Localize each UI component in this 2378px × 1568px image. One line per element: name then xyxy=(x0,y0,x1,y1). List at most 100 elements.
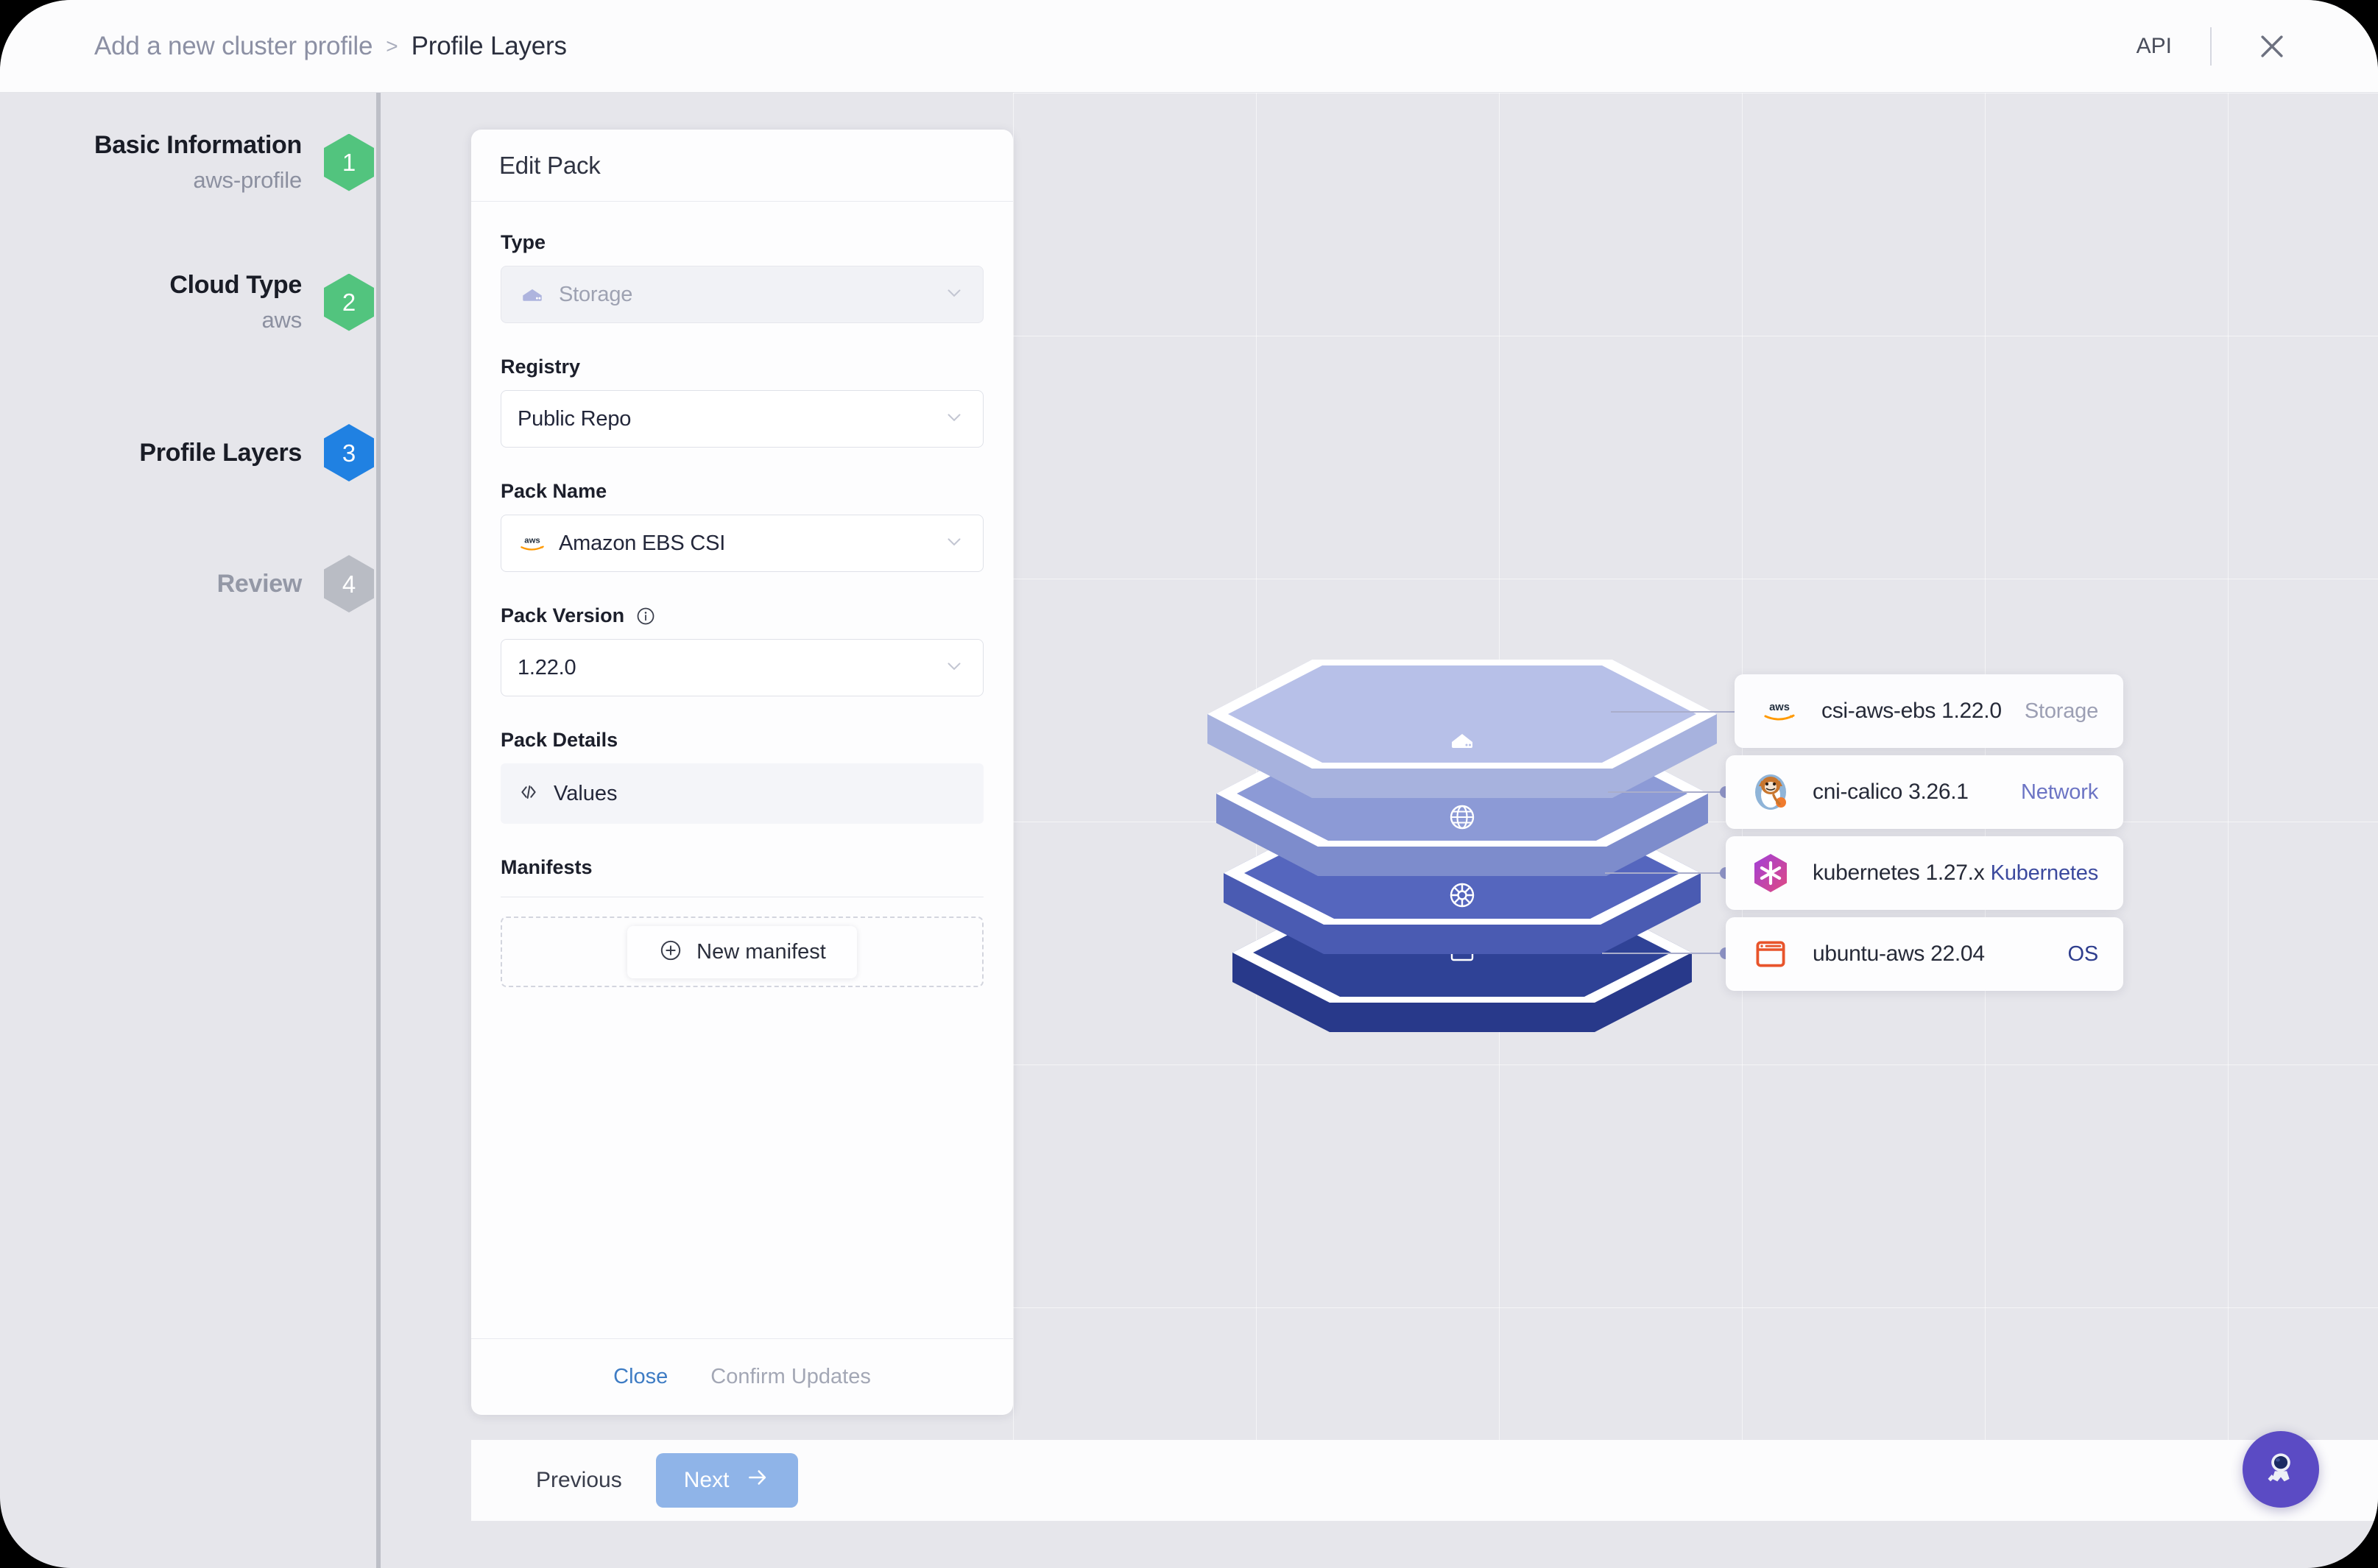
registry-label: Registry xyxy=(501,356,581,378)
layer-card-storage-type: Storage xyxy=(2024,699,2098,723)
svg-text:aws: aws xyxy=(524,536,540,545)
breadcrumb: Add a new cluster profile > Profile Laye… xyxy=(94,32,567,61)
pack-version-select[interactable]: 1.22.0 xyxy=(501,639,984,696)
stepper-badge-4: 4 xyxy=(324,555,374,612)
stepper-badge-1-number: 1 xyxy=(342,149,356,176)
aws-icon: aws xyxy=(518,529,547,558)
layer-card-os-name: ubuntu-aws 22.04 xyxy=(1813,942,1985,966)
connector-line-network xyxy=(1608,791,1726,793)
layer-card-storage-name: csi-aws-ebs 1.22.0 xyxy=(1821,699,2002,723)
code-icon xyxy=(517,780,540,808)
chevron-down-icon xyxy=(943,282,965,308)
chevron-down-icon xyxy=(943,531,965,557)
api-link[interactable]: API xyxy=(2098,34,2210,59)
layer-card-network-name: cni-calico 3.26.1 xyxy=(1813,780,1969,804)
registry-select[interactable]: Public Repo xyxy=(501,390,984,448)
pack-name-label: Pack Name xyxy=(501,480,607,502)
arrow-right-icon xyxy=(745,1465,770,1496)
astronaut-icon xyxy=(2268,1453,2290,1482)
previous-button[interactable]: Previous xyxy=(529,1458,629,1503)
layer-card-os[interactable]: ubuntu-aws 22.04 OS xyxy=(1726,917,2123,991)
stepper-step-3[interactable]: Profile Layers 3 xyxy=(139,424,377,481)
stepper-step-2[interactable]: Cloud Type aws 2 xyxy=(169,271,377,333)
stepper-step-1-text: Basic Information aws-profile xyxy=(94,131,324,194)
values-label: Values xyxy=(554,781,618,805)
ubuntu-icon xyxy=(1751,934,1790,974)
edit-pack-title: Edit Pack xyxy=(499,151,601,179)
wizard-bottom-nav: Previous Next xyxy=(471,1440,2378,1521)
chevron-down-icon xyxy=(943,406,965,432)
stepper-step-4-title: Review xyxy=(216,569,303,598)
kubernetes-pack-icon xyxy=(1751,853,1790,893)
stepper-step-4[interactable]: Review 4 xyxy=(217,555,377,612)
aws-icon: aws xyxy=(1760,691,1799,731)
help-fab-button[interactable] xyxy=(2243,1431,2319,1508)
connector-line-storage xyxy=(1611,711,1735,713)
plus-circle-icon xyxy=(658,938,683,967)
edit-pack-panel: Edit Pack Type Storage Registry Public R… xyxy=(471,130,1013,1415)
layer-card-storage[interactable]: aws csi-aws-ebs 1.22.0 Storage xyxy=(1735,674,2123,748)
chevron-down-icon xyxy=(943,655,965,681)
toolbar-divider xyxy=(2210,27,2212,66)
edit-pack-footer: Close Confirm Updates xyxy=(471,1338,1013,1415)
manifest-dropzone[interactable]: New manifest xyxy=(501,917,984,987)
connector-line-kubernetes xyxy=(1605,872,1726,874)
values-row[interactable]: Values xyxy=(501,763,984,824)
next-button-label: Next xyxy=(683,1468,730,1492)
layer-card-kubernetes-name: kubernetes 1.27.x xyxy=(1813,861,1985,885)
pack-details-label: Pack Details xyxy=(501,729,618,751)
stepper-step-3-title: Profile Layers xyxy=(139,438,302,467)
close-button[interactable] xyxy=(2237,11,2307,82)
close-pack-button[interactable]: Close xyxy=(613,1365,668,1389)
type-label: Type xyxy=(501,231,546,253)
stepper-step-2-subtitle: aws xyxy=(261,307,302,333)
svg-text:aws: aws xyxy=(1769,702,1790,713)
layer-card-network-type: Network xyxy=(2021,780,2098,804)
next-button[interactable]: Next xyxy=(655,1453,799,1508)
layer-card-network[interactable]: cni-calico 3.26.1 Network xyxy=(1726,755,2123,829)
layer-card-kubernetes-type: Kubernetes xyxy=(1990,861,2099,885)
stepper-badge-4-number: 4 xyxy=(342,570,356,598)
pack-name-value: Amazon EBS CSI xyxy=(559,531,726,555)
confirm-updates-button[interactable]: Confirm Updates xyxy=(710,1365,871,1389)
type-value: Storage xyxy=(559,282,633,306)
storage-icon xyxy=(518,280,547,309)
stepper-badge-2-number: 2 xyxy=(342,289,356,316)
new-manifest-button[interactable]: New manifest xyxy=(627,925,857,978)
pack-name-select[interactable]: aws Amazon EBS CSI xyxy=(501,515,984,572)
stepper-badge-2: 2 xyxy=(324,273,374,331)
registry-value: Public Repo xyxy=(518,406,632,431)
breadcrumb-root[interactable]: Add a new cluster profile xyxy=(94,32,373,61)
close-icon xyxy=(2261,35,2283,57)
hex-layer-stack xyxy=(1207,660,1717,1032)
pack-version-value: 1.22.0 xyxy=(518,655,576,679)
edit-pack-header: Edit Pack xyxy=(471,130,1013,202)
layer-card-os-type: OS xyxy=(2067,942,2099,966)
stepper-badge-3-number: 3 xyxy=(342,439,356,467)
hex-layer-storage[interactable] xyxy=(1207,660,1717,798)
new-manifest-label: New manifest xyxy=(696,939,826,964)
manifests-label: Manifests xyxy=(501,856,593,878)
wizard-stepper: Basic Information aws-profile 1 Cloud Ty… xyxy=(0,93,381,1568)
stepper-step-1-title: Basic Information xyxy=(94,131,302,159)
layer-card-kubernetes[interactable]: kubernetes 1.27.x Kubernetes xyxy=(1726,836,2123,910)
stepper-badge-3: 3 xyxy=(324,424,374,481)
stepper-step-3-text: Profile Layers xyxy=(139,439,324,467)
profile-layer-canvas xyxy=(1013,93,2378,1440)
calico-icon xyxy=(1751,772,1790,812)
stepper-step-1[interactable]: Basic Information aws-profile 1 xyxy=(94,131,377,194)
pack-version-label: Pack Version xyxy=(501,604,625,626)
stepper-badge-1: 1 xyxy=(324,133,374,191)
breadcrumb-separator: > xyxy=(386,34,398,57)
info-icon[interactable] xyxy=(635,605,657,627)
stepper-step-2-text: Cloud Type aws xyxy=(169,271,324,333)
breadcrumb-current: Profile Layers xyxy=(411,31,567,60)
top-bar-actions: API xyxy=(2098,11,2307,82)
type-select: Storage xyxy=(501,266,984,323)
stepper-step-2-title: Cloud Type xyxy=(169,271,302,299)
edit-pack-body: Type Storage Registry Public Repo Pack N… xyxy=(471,202,1013,1338)
pack-version-label-row: Pack Version xyxy=(501,604,984,627)
stepper-step-1-subtitle: aws-profile xyxy=(193,167,302,193)
app-window: Add a new cluster profile > Profile Laye… xyxy=(0,0,2378,1568)
stepper-step-4-text: Review xyxy=(217,570,324,598)
